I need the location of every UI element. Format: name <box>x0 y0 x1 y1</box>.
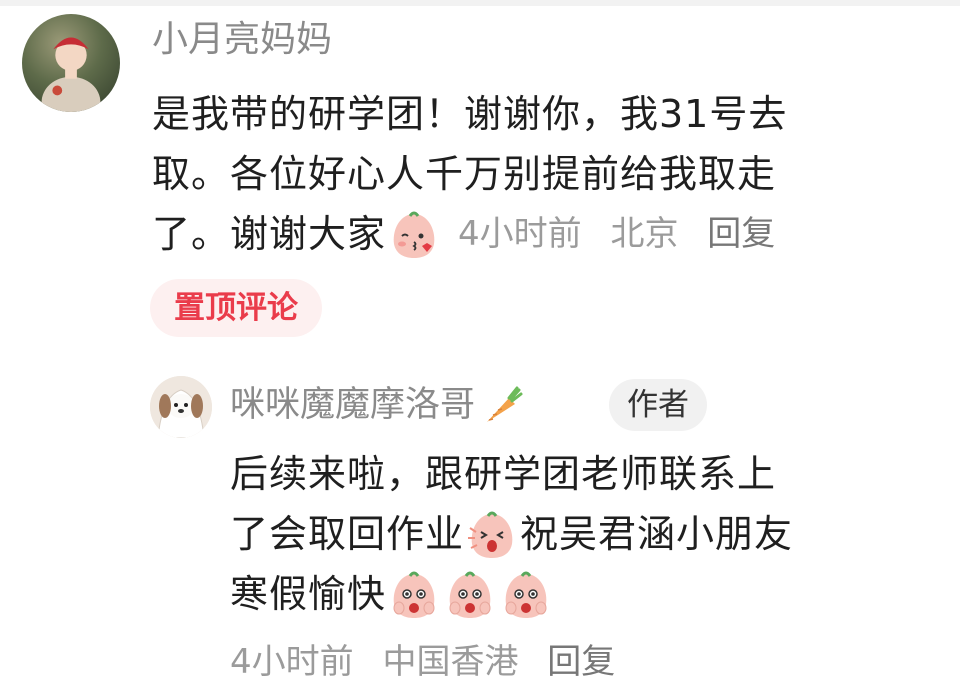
peach-cheer-icon <box>500 568 552 620</box>
peach-kiss-icon <box>388 208 440 260</box>
comment-last-line: 了。谢谢大家 4小时前 北京 回复 <box>152 204 942 264</box>
reply-body: 后续来啦，跟研学团老师联系上 了会取回作业 祝吴君涵小朋友 寒假愉快 <box>230 444 930 624</box>
reply-meta: 4小时前 中国香港 回复 <box>230 634 633 683</box>
peach-cheer-icon <box>388 568 440 620</box>
comment-location: 北京 <box>610 214 679 254</box>
reply-line: 后续来啦，跟研学团老师联系上 <box>230 452 777 496</box>
comment-body: 是我带的研学团！谢谢你，我31号去 取。各位好心人千万别提前给我取走 了。谢谢大… <box>152 84 942 264</box>
peach-excited-icon <box>466 508 518 560</box>
comment-line: 是我带的研学团！谢谢你，我31号去 <box>152 92 788 136</box>
avatar[interactable] <box>22 14 120 112</box>
comment-line: 取。各位好心人千万别提前给我取走 <box>152 152 777 196</box>
reply-button[interactable]: 回复 <box>707 214 775 254</box>
comment-time: 4小时前 <box>458 214 582 254</box>
comment-line-text: 了。谢谢大家 <box>152 212 387 256</box>
reply-line-text: 寒假愉快 <box>230 572 387 616</box>
reply-avatar[interactable] <box>150 376 212 438</box>
reply-line-text: 了会取回作业 <box>230 512 465 556</box>
comment-author-name[interactable]: 小月亮妈妈 <box>152 18 332 62</box>
author-role-badge: 作者 <box>609 379 707 431</box>
reply-line: 了会取回作业 祝吴君涵小朋友 <box>230 504 930 564</box>
comment-meta: 4小时前 北京 回复 <box>458 204 793 264</box>
top-divider <box>0 0 960 6</box>
reply-author-text: 咪咪魔魔摩洛哥 <box>230 385 476 425</box>
pinned-comment-badge: 置顶评论 <box>150 279 322 337</box>
reply-time: 4小时前 <box>230 642 354 682</box>
peach-cheer-icon <box>444 568 496 620</box>
reply-button[interactable]: 回复 <box>547 642 615 682</box>
reply-author-name[interactable]: 咪咪魔魔摩洛哥 <box>230 383 523 428</box>
reply-location: 中国香港 <box>382 642 519 682</box>
carrot-icon <box>479 384 523 428</box>
reply-line-text: 祝吴君涵小朋友 <box>520 512 794 556</box>
reply-line: 寒假愉快 <box>230 564 930 624</box>
